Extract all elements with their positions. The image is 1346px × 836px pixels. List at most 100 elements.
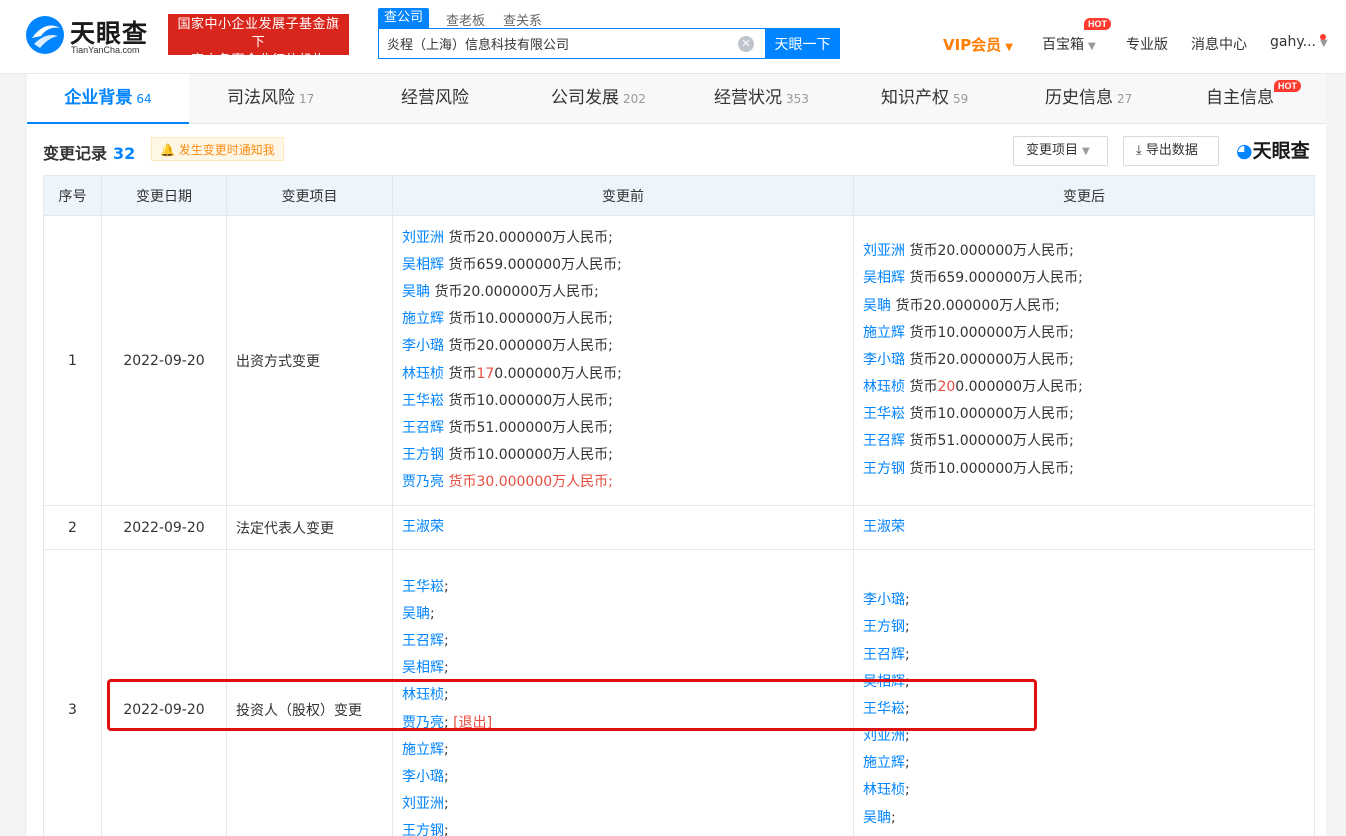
shareholder-entry: 李小璐; (863, 587, 1314, 614)
entry-detail: 货币 (444, 365, 477, 382)
changed-value: 17 (476, 365, 495, 382)
shareholder-name-link[interactable]: 李小璐 (863, 352, 905, 368)
shareholder-name-link[interactable]: 李小璐 (402, 338, 444, 354)
shareholder-entry: 王召辉 货币51.000000万人民币; (402, 415, 853, 442)
vip-menu[interactable]: VIP会员 ▼ (943, 34, 1013, 55)
shareholder-entry: 王华崧; (863, 696, 1314, 723)
shareholder-name-link[interactable]: 林珏桢 (402, 687, 444, 703)
shareholder-name-link[interactable]: 王召辉 (402, 420, 444, 436)
shareholder-name-link[interactable]: 王召辉 (863, 433, 905, 449)
search-box: ✕ (378, 28, 766, 59)
entry-detail: ; (444, 578, 449, 595)
tab-label: 自主信息 (1206, 88, 1274, 108)
shareholder-name-link[interactable]: 施立辉 (863, 755, 905, 771)
badge-line-1: 国家中小企业发展子基金旗下 (177, 17, 340, 50)
shareholder-name-link[interactable]: 刘亚洲 (402, 230, 444, 246)
export-data-button[interactable]: ⤓ 导出数据 (1123, 136, 1219, 166)
entry-detail: ; (905, 592, 910, 609)
shareholder-name-link[interactable]: 贾乃亮 (402, 715, 444, 731)
shareholder-name-link[interactable]: 王召辉 (402, 633, 444, 649)
shareholder-entry: 王召辉 货币51.000000万人民币; (863, 428, 1314, 455)
shareholder-name-link[interactable]: 吴相辉 (863, 674, 905, 690)
entry-detail: 货币 (905, 379, 938, 396)
tab-company-development[interactable]: 公司发展 202 (551, 74, 646, 124)
shareholder-name-link[interactable]: 吴聃 (863, 298, 891, 314)
shareholder-name-link[interactable]: 吴聃 (402, 606, 430, 622)
shareholder-name-link[interactable]: 吴相辉 (402, 257, 444, 273)
shareholder-name-link[interactable]: 吴相辉 (863, 270, 905, 286)
tab-legal-risk[interactable]: 司法风险 17 (227, 74, 314, 124)
shareholder-name-link[interactable]: 王淑荣 (863, 519, 905, 535)
toolbox-label: 百宝箱 (1042, 37, 1084, 53)
shareholder-entry: 贾乃亮 货币30.000000万人民币; (402, 469, 853, 496)
shareholder-name-link[interactable]: 施立辉 (402, 742, 444, 758)
tab-company-background[interactable]: 企业背景 64 (27, 74, 189, 124)
message-center-link[interactable]: 消息中心 (1191, 34, 1247, 54)
section-title: 变更记录 32 (43, 140, 135, 164)
shareholder-name-link[interactable]: 王华崧 (402, 579, 444, 595)
tianyancha-logo-icon (26, 16, 64, 54)
shareholder-name-link[interactable]: 李小璐 (402, 769, 444, 785)
shareholder-name-link[interactable]: 王方钢 (402, 823, 444, 836)
search-tab-company[interactable]: 查公司 (378, 8, 430, 28)
shareholder-entry: 刘亚洲 货币20.000000万人民币; (402, 225, 853, 252)
shareholder-entry: 王华崧 货币10.000000万人民币; (863, 401, 1314, 428)
shareholder-entry: 林珏桢 货币170.000000万人民币; (402, 361, 853, 388)
shareholder-entry: 王华崧 货币10.000000万人民币; (402, 388, 853, 415)
entry-detail: ; (905, 673, 910, 690)
shareholder-entry: 吴相辉 货币659.000000万人民币; (863, 265, 1314, 292)
shareholder-name-link[interactable]: 施立辉 (863, 325, 905, 341)
shareholder-entry: 吴聃 货币20.000000万人民币; (863, 293, 1314, 320)
tab-intellectual-property[interactable]: 知识产权 59 (881, 74, 968, 124)
shareholder-name-link[interactable]: 王淑荣 (402, 519, 444, 535)
shareholder-name-link[interactable]: 王方钢 (863, 619, 905, 635)
tab-label: 司法风险 (227, 88, 295, 108)
logo[interactable]: 天眼查 TianYanCha.com (24, 12, 164, 60)
section-count: 32 (113, 144, 136, 163)
entry-detail: 货币20.000000万人民币; (905, 351, 1074, 368)
shareholder-name-link[interactable]: 吴相辉 (402, 660, 444, 676)
change-item-filter[interactable]: 变更项目 ▼ (1013, 136, 1108, 166)
tab-label: 公司发展 (551, 88, 619, 108)
shareholder-name-link[interactable]: 施立辉 (402, 311, 444, 327)
notify-on-change-button[interactable]: 🔔 发生变更时通知我 (151, 137, 284, 161)
shareholder-entry: 李小璐; (402, 764, 853, 791)
bell-icon: 🔔 (160, 143, 175, 157)
tab-history-info[interactable]: 历史信息 27 (1045, 74, 1132, 124)
shareholder-name-link[interactable]: 林珏桢 (863, 782, 905, 798)
cell-after: 王淑荣 (853, 505, 1315, 550)
shareholder-entry: 王方钢; (863, 614, 1314, 641)
shareholder-name-link[interactable]: 王华崧 (863, 701, 905, 717)
entry-detail: 货币659.000000万人民币; (444, 256, 622, 273)
shareholder-name-link[interactable]: 吴聃 (402, 284, 430, 300)
tab-business-status[interactable]: 经营状况 353 (714, 74, 809, 124)
shareholder-name-link[interactable]: 王华崧 (863, 406, 905, 422)
search-input[interactable] (379, 29, 766, 58)
pro-version-link[interactable]: 专业版 (1126, 34, 1168, 54)
entry-detail: 货币20.000000万人民币; (891, 297, 1060, 314)
table-row: 1 2022-09-20 出资方式变更 刘亚洲 货币20.000000万人民币; 吴相辉… (43, 215, 1315, 506)
shareholder-name-link[interactable]: 吴聃 (863, 810, 891, 826)
shareholder-name-link[interactable]: 王华崧 (402, 393, 444, 409)
search-tab-relation[interactable]: 查关系 (503, 10, 542, 29)
tab-self-info[interactable]: 自主信息 (1206, 74, 1274, 124)
shareholder-name-link[interactable]: 李小璐 (863, 592, 905, 608)
shareholder-name-link[interactable]: 王召辉 (863, 647, 905, 663)
toolbox-menu[interactable]: 百宝箱 ▼ (1042, 34, 1096, 54)
shareholder-name-link[interactable]: 刘亚洲 (863, 728, 905, 744)
shareholder-entry: 李小璐 货币20.000000万人民币; (402, 333, 853, 360)
shareholder-name-link[interactable]: 贾乃亮 (402, 474, 444, 490)
shareholder-name-link[interactable]: 刘亚洲 (402, 796, 444, 812)
col-header-date: 变更日期 (101, 175, 227, 216)
tab-business-risk[interactable]: 经营风险 (401, 74, 469, 124)
shareholder-name-link[interactable]: 王方钢 (402, 447, 444, 463)
shareholder-entry: 林珏桢; (402, 682, 853, 709)
shareholder-name-link[interactable]: 刘亚洲 (863, 243, 905, 259)
shareholder-name-link[interactable]: 林珏桢 (863, 379, 905, 395)
shareholder-name-link[interactable]: 林珏桢 (402, 366, 444, 382)
search-tab-boss[interactable]: 查老板 (446, 10, 485, 29)
shareholder-name-link[interactable]: 王方钢 (863, 461, 905, 477)
clear-icon[interactable]: ✕ (738, 36, 754, 52)
entry-detail: ; (444, 823, 449, 836)
search-button[interactable]: 天眼一下 (765, 28, 840, 59)
